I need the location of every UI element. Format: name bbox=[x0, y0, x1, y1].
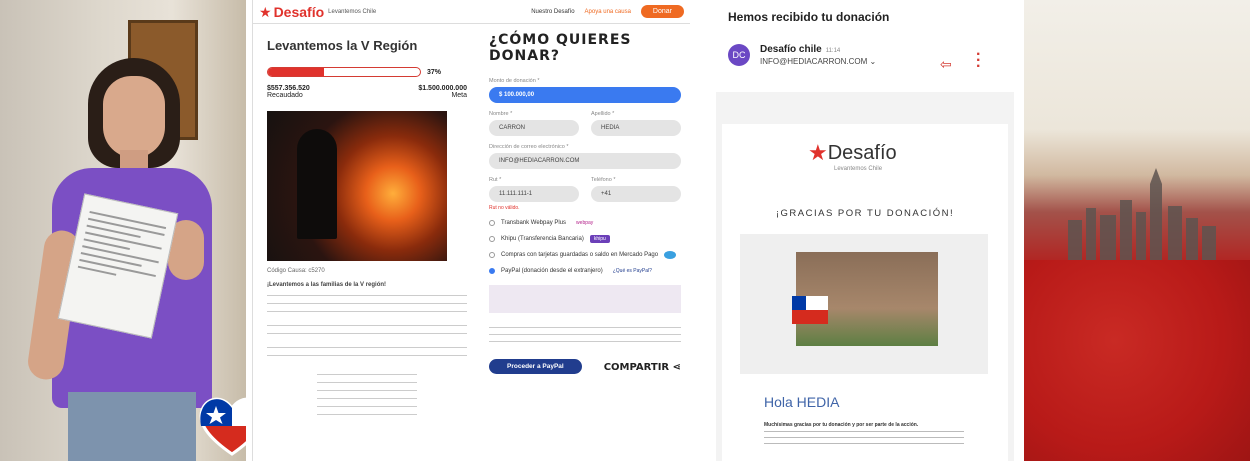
more-vertical-icon[interactable]: · · · bbox=[976, 47, 981, 75]
progress-bar bbox=[267, 67, 421, 77]
greeting: Hola HEDIA bbox=[764, 394, 840, 410]
chile-flag bbox=[792, 296, 828, 324]
lastname-field[interactable]: HEDIA bbox=[591, 120, 681, 136]
sender-name: Desafío chile bbox=[760, 44, 822, 55]
radio-paypal[interactable] bbox=[489, 268, 495, 274]
logo-subtitle: Levantemos Chile bbox=[328, 8, 377, 15]
email-field[interactable]: INFO@HEDIACARRON.COM bbox=[489, 153, 681, 169]
volunteers-photo bbox=[740, 234, 988, 374]
progress-percent: 37% bbox=[427, 68, 442, 76]
nav-apoya-causa[interactable]: Apoya una causa bbox=[585, 9, 631, 15]
wildfire-photo bbox=[267, 111, 447, 261]
reply-icon[interactable]: ⇦ bbox=[940, 56, 952, 73]
payment-option-paypal[interactable]: PayPal (donación desde el extranjero) ¿Qu… bbox=[489, 267, 681, 275]
email-header: DC Desafío chile 11:14 INFO@HEDIACARRON.C… bbox=[728, 44, 1014, 66]
raised-amount: $557.356.520 bbox=[267, 85, 310, 92]
photo-woman-holding-certificate bbox=[0, 0, 246, 461]
campaign-text: Código Causa: c5270 ¡Levantemos a las fa… bbox=[267, 267, 467, 363]
email-body: ★ Desafío Levantemos Chile ¡GRACIAS POR … bbox=[716, 92, 1014, 461]
star-logo-icon: ★ bbox=[808, 140, 828, 165]
star-logo-icon: ★ bbox=[259, 3, 272, 20]
site-logo[interactable]: Desafío bbox=[274, 4, 325, 20]
paypal-info-link[interactable]: ¿Qué es PayPal? bbox=[609, 267, 656, 275]
nav-nuestro-desafio[interactable]: Nuestro Desafío bbox=[531, 9, 574, 15]
payment-option-webpay[interactable]: Transbank Webpay Plus webpay bbox=[489, 219, 681, 227]
intro-heading: ¡Levantemos a las familias de la V regió… bbox=[267, 282, 387, 288]
chevron-down-icon[interactable]: ⌄ bbox=[869, 57, 876, 66]
name-field[interactable]: CARRON bbox=[489, 120, 579, 136]
amount-label: Monto de donación * bbox=[489, 78, 540, 84]
chile-heart-icon bbox=[199, 397, 246, 456]
raised-label: Recaudado bbox=[267, 92, 303, 99]
skyline-painting bbox=[1024, 0, 1250, 461]
confirmation-email: Hemos recibido tu donación DC Desafío ch… bbox=[716, 0, 1014, 461]
email-subject: Hemos recibido tu donación bbox=[728, 10, 890, 24]
payment-option-khipu[interactable]: Khipu (Transferencia Bancaria) khipu bbox=[489, 235, 681, 243]
payment-notice bbox=[489, 285, 681, 313]
email-label: Dirección de correo electrónico * bbox=[489, 144, 569, 150]
page-title: Levantemos la V Región bbox=[267, 38, 418, 53]
mercadopago-logo bbox=[664, 251, 677, 259]
donation-form: ¿CÓMO QUIERES DONAR? Monto de donación *… bbox=[489, 32, 681, 375]
email-logo: ★ Desafío Levantemos Chile bbox=[808, 140, 897, 172]
email-body-bold: Muchísimas gracias por tu donación y por… bbox=[764, 422, 919, 428]
phone-label: Teléfono * bbox=[591, 177, 616, 183]
how-to-donate-heading: ¿CÓMO QUIERES DONAR? bbox=[489, 32, 632, 64]
webpay-logo: webpay bbox=[576, 220, 594, 226]
donation-webpage: ★ Desafío Levantemos Chile Nuestro Desaf… bbox=[252, 0, 690, 461]
email-logo-subtitle: Levantemos Chile bbox=[834, 166, 883, 172]
goal-amount: $1.500.000.000 bbox=[418, 85, 467, 92]
goal-label: Meta bbox=[451, 92, 467, 99]
campaign-column: Levantemos la V Región 37% $557.356.520 R… bbox=[267, 32, 467, 415]
payment-option-mercadopago[interactable]: Compras con tarjetas guardadas o saldo e… bbox=[489, 251, 681, 259]
rut-label: Rut * bbox=[489, 177, 502, 183]
rut-error: Rut no válido. bbox=[489, 205, 520, 211]
cause-code: Código Causa: c5270 bbox=[267, 268, 325, 274]
share-icon: ⋖ bbox=[669, 362, 681, 373]
thanks-heading: ¡GRACIAS POR TU DONACIÓN! bbox=[775, 208, 955, 219]
recipient-address: INFO@HEDIACARRON.COM bbox=[760, 57, 868, 66]
privacy-notice bbox=[489, 327, 681, 347]
rut-field[interactable]: 11.111.111-1 bbox=[489, 186, 579, 202]
amount-field[interactable]: $ 100.000,00 bbox=[489, 87, 681, 103]
khipu-logo: khipu bbox=[589, 235, 610, 243]
name-label: Nombre * bbox=[489, 111, 513, 117]
progress-section: 37% bbox=[267, 67, 467, 77]
phone-field[interactable]: +41 bbox=[591, 186, 681, 202]
top-navigation: ★ Desafío Levantemos Chile Nuestro Desaf… bbox=[253, 0, 690, 24]
lastname-label: Apellido * bbox=[591, 111, 615, 117]
email-time: 11:14 bbox=[825, 48, 841, 54]
radio-mercadopago[interactable] bbox=[489, 252, 495, 258]
proceed-paypal-button[interactable]: Proceder a PayPal bbox=[489, 358, 582, 374]
share-button[interactable]: COMPARTIR ⋖ bbox=[604, 357, 681, 375]
bank-details bbox=[317, 371, 417, 415]
progress-fill bbox=[268, 68, 325, 76]
donar-button[interactable]: Donar bbox=[640, 5, 684, 18]
city-skyline bbox=[1068, 168, 1216, 260]
avatar[interactable]: DC bbox=[728, 44, 750, 66]
radio-webpay[interactable] bbox=[489, 220, 495, 226]
radio-khipu[interactable] bbox=[489, 236, 495, 242]
